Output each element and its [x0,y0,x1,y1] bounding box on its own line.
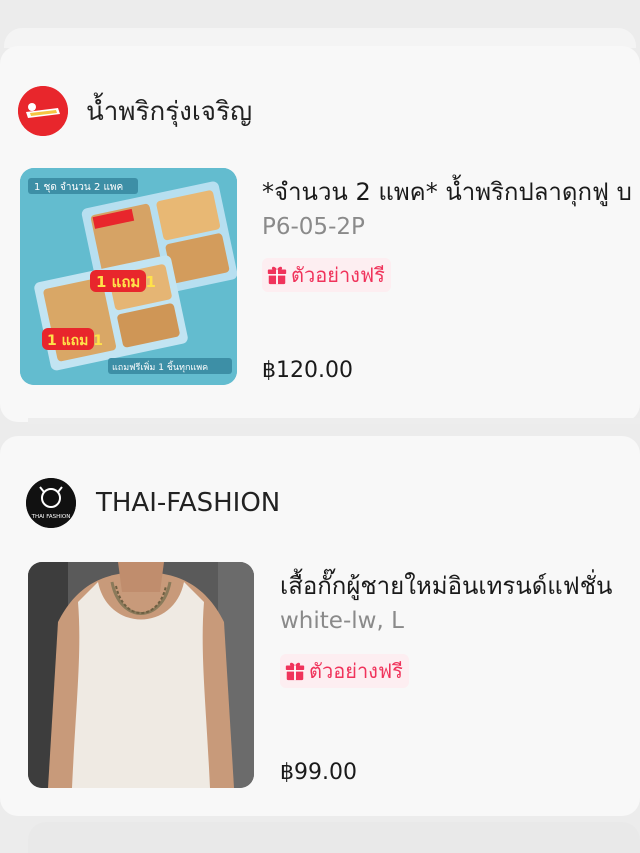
shop-name[interactable]: THAI-FASHION [96,488,280,518]
svg-text:1 แถม 1: 1 แถม 1 [96,273,156,291]
next-order-card[interactable] [28,822,640,853]
product-price: ฿120.00 [262,358,353,383]
order-card[interactable]: THAI FASHION THAI-FASHION เสื้อกั๊กผู้ชา… [0,436,640,816]
free-sample-badge: ตัวอย่างฟรี [262,258,391,292]
shop-name[interactable]: น้ำพริกรุ่งเจริญ [86,91,252,132]
product-title[interactable]: เสื้อกั๊กผู้ชายใหม่อินเทรนด์แฟชั่น [280,566,640,605]
order-list-page: น้ำพริกรุ่งเจริญ 1 ชุด จำนวน 2 แพค 1 แถม… [0,0,640,853]
product-image[interactable]: 1 ชุด จำนวน 2 แพค 1 แถม 1 1 แถม 1 แถมฟรี… [20,168,237,385]
card-divider [28,418,640,424]
shop-header[interactable]: THAI FASHION THAI-FASHION [26,478,280,528]
promo-sticker: 1 แถม 1 [90,270,156,292]
gift-icon [267,266,287,285]
order-card[interactable]: น้ำพริกรุ่งเจริญ 1 ชุด จำนวน 2 แพค 1 แถม… [0,46,640,422]
gift-icon [285,662,305,681]
previous-card-edge [4,28,636,48]
product-image[interactable] [28,562,254,788]
shop-logo[interactable]: THAI FASHION [26,478,76,528]
avatar-text: THAI FASHION [31,514,71,520]
free-sample-badge: ตัวอย่างฟรี [280,654,409,688]
free-sample-label: ตัวอย่างฟรี [291,263,385,287]
product-title[interactable]: *จำนวน 2 แพค* น้ำพริกปลาดุกฟู บ [262,172,640,211]
product-photo-tank-top [28,562,254,788]
shop-logo-graphic: THAI FASHION [26,478,76,528]
shop-logo-graphic [18,86,68,136]
shop-logo[interactable] [18,86,68,136]
free-sample-label: ตัวอย่างฟรี [309,659,403,683]
shop-header[interactable]: น้ำพริกรุ่งเจริญ [18,86,252,136]
svg-text:1 แถม 1: 1 แถม 1 [47,333,103,349]
product-variant: white-lw, L [280,608,404,634]
product-photo-chili-paste: 1 ชุด จำนวน 2 แพค 1 แถม 1 1 แถม 1 แถมฟรี… [20,168,237,385]
product-variant: P6-05-2P [262,214,365,240]
product-price: ฿99.00 [280,760,357,785]
image-caption-top: 1 ชุด จำนวน 2 แพค [34,182,123,193]
